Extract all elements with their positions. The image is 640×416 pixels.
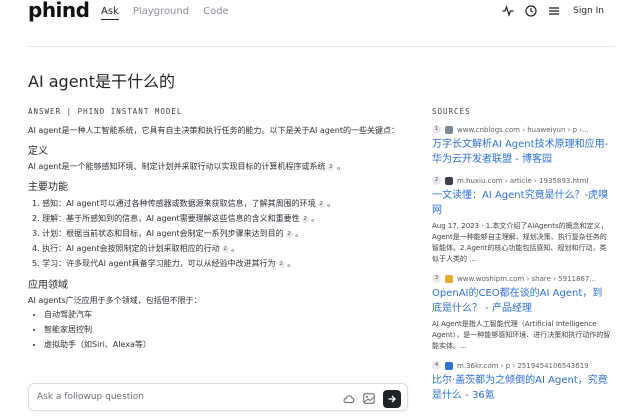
heading-functions: 主要功能 [28,182,68,193]
favicon-icon [445,274,453,283]
arrow-right-icon [388,395,396,402]
citation-badge[interactable]: 2 [301,216,309,223]
source-link[interactable]: 万字长文解析AI Agent技术原理和应用- 华为云开发者联盟 - 博客园 [432,137,612,167]
favicon-icon [445,176,453,185]
list-item: 5. 学习：许多现代AI agent具备学习能力，可以从经验中改进其行为 2 。 [32,259,296,268]
favicon-icon [445,125,453,134]
source-number: 1 [432,125,441,134]
source-snippet: AI Agent是指人工智能代理（Artificial Intelligence… [432,320,611,350]
citation-badge[interactable]: 2 [285,231,293,238]
list-item: 4. 执行：AI agent会按照制定的计划采取相应的行动 2 。 [32,244,240,253]
sources-panel: SOURCES 1 www.cnblogs.com › huaweiyun › … [432,107,612,403]
applications-list: 自动驾驶汽车 智能家居控制 虚拟助手（如Siri、Alexa等） [28,307,408,352]
activity-icon[interactable] [501,4,514,17]
source-meta: 4 m.36kr.com › p › 2519454106543619 [432,361,612,370]
source-meta: 3 www.woshipm.com › share › 5911867... [432,274,612,283]
source-number: 4 [432,361,441,370]
definition-text: AI agent是一个能够感知环境、制定计划并采取行动以实现目标的计算机程序或系… [28,162,346,171]
heading-applications: 应用领域 [28,280,68,291]
list-item: 智能家居控制 [44,322,408,337]
source-domain: m.huxiu.com › article › 1935893.html [457,176,589,185]
source-snippet: Aug 17, 2023 · 1.本文介绍了AIAgents的概念和定义，Age… [432,222,608,263]
source-item: 1 www.cnblogs.com › huaweiyun › p ›... 万… [432,125,612,167]
source-number: 3 [432,274,441,283]
source-item: 3 www.woshipm.com › share › 5911867... O… [432,274,612,352]
list-item: 2. 理解：基于所感知到的信息，AI agent需要理解这些信息的含义和重要性 2… [32,214,320,223]
source-domain: m.36kr.com › p › 2519454106543619 [457,361,589,370]
answer-intro: AI agent是一种人工智能系统，它具有自主决策和执行任务的能力。以下是关于A… [28,126,399,135]
menu-icon[interactable] [547,4,560,17]
citation-badge[interactable]: 2 [317,201,325,208]
source-link[interactable]: OpenAI的CEO都在谈的AI Agent，到底是什么？ - 产品经理 [432,286,612,316]
followup-input[interactable] [37,390,327,404]
source-meta: 2 m.huxiu.com › article › 1935893.html [432,176,612,185]
nav-ask[interactable]: Ask [101,6,119,20]
source-item: 2 m.huxiu.com › article › 1935893.html 一… [432,176,612,265]
list-item: 虚拟助手（如Siri、Alexa等） [44,337,408,352]
citation-badge[interactable]: 2 [277,261,285,268]
list-item: 自动驾驶汽车 [44,307,408,322]
source-link[interactable]: 一文读懂：AI Agent究竟是什么？-虎嗅网 [432,188,612,218]
clock-icon[interactable] [524,4,537,17]
followup-bar [28,383,408,411]
citation-badge[interactable]: 2 [327,164,335,171]
favicon-icon [445,361,453,370]
citation-badge[interactable]: 2 [221,246,229,253]
header-icons [501,4,560,17]
source-number: 2 [432,176,441,185]
cloud-icon[interactable] [343,389,355,408]
followup-actions [343,389,401,408]
phind-logo[interactable]: phind [28,0,90,22]
answer-label: ANSWER | PHIND INSTANT MODEL [28,107,183,116]
source-meta: 1 www.cnblogs.com › huaweiyun › p ›... [432,125,612,134]
image-icon[interactable] [363,389,375,408]
applications-intro: AI agents广泛应用于多个领域，包括但不限于： [28,296,202,305]
nav-playground[interactable]: Playground [133,6,189,20]
answer-panel: ANSWER | PHIND INSTANT MODEL AI agent是一种… [28,107,408,352]
source-link[interactable]: 比尔·盖茨都为之倾倒的AI Agent，究竟是什么 - 36氪 [432,373,612,403]
source-item: 4 m.36kr.com › p › 2519454106543619 比尔·盖… [432,361,612,403]
source-domain: www.cnblogs.com › huaweiyun › p ›... [457,125,589,134]
nav-code[interactable]: Code [203,6,229,20]
main-nav: Ask Playground Code [101,6,229,20]
question-title: AI agent是干什么的 [28,72,175,91]
sources-label: SOURCES [432,107,471,116]
signin-link[interactable]: Sign In [573,6,604,16]
top-header: phind Ask Playground Code Sign In [0,0,640,26]
source-domain: www.woshipm.com › share › 5911867... [457,274,596,283]
functions-list: 1. 感知：AI agent可以通过各种传感器或数据源来获取信息，了解其周围的环… [28,196,408,271]
header-divider [28,46,615,47]
list-item: 1. 感知：AI agent可以通过各种传感器或数据源来获取信息，了解其周围的环… [32,199,336,208]
heading-definition: 定义 [28,146,48,157]
list-item: 3. 计划：根据当前状态和目标，AI agent会制定一系列步骤来达到目的 2 。 [32,229,304,238]
send-button[interactable] [383,389,401,408]
